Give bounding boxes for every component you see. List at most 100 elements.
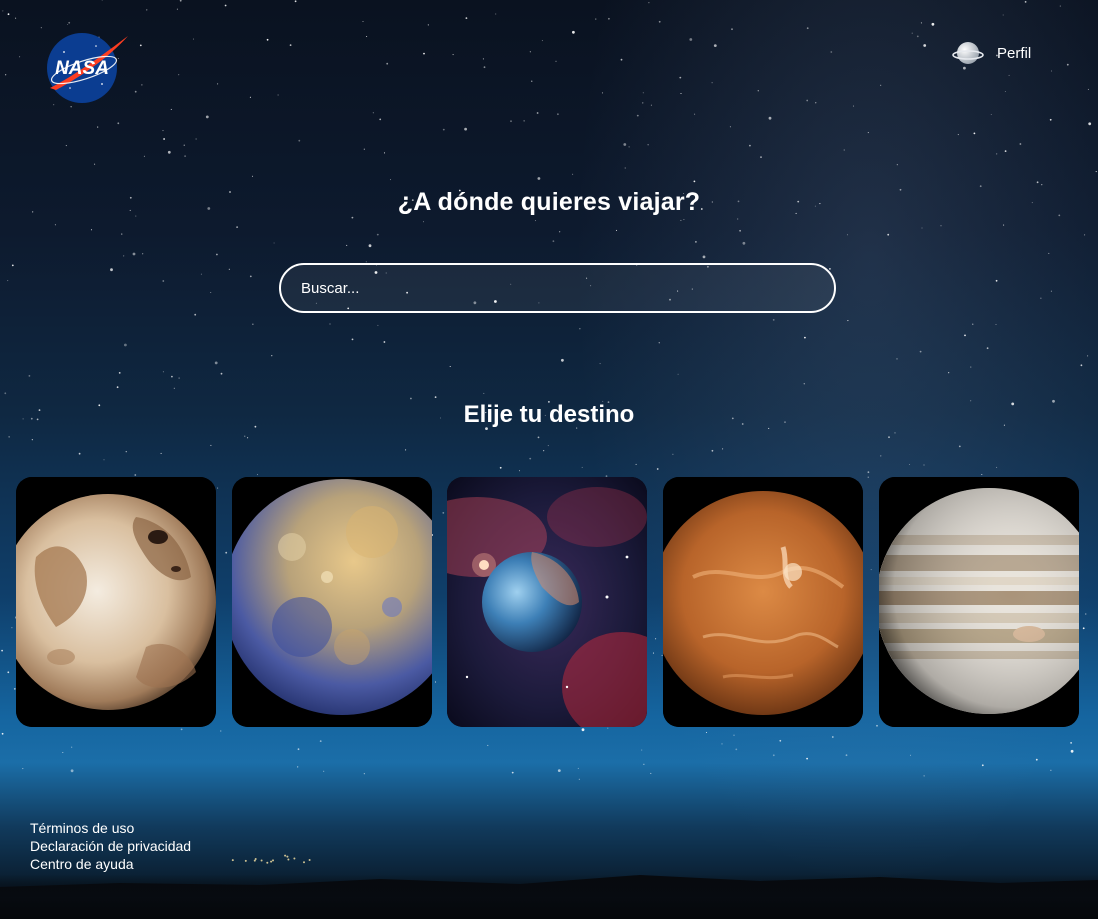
star (372, 112, 374, 114)
star (28, 375, 31, 377)
star (677, 373, 679, 375)
star (94, 163, 96, 165)
star (452, 54, 454, 56)
star (11, 264, 14, 267)
star (643, 763, 645, 765)
star (658, 20, 661, 23)
star (1082, 627, 1085, 630)
star (4, 392, 7, 395)
star (376, 233, 379, 236)
destination-card-mercury[interactable] (232, 477, 432, 727)
star (134, 90, 137, 93)
star (146, 9, 148, 11)
destination-card-jupiter[interactable] (879, 477, 1079, 727)
star (958, 445, 961, 448)
star (711, 82, 713, 84)
star (116, 386, 119, 389)
star (806, 99, 809, 102)
star (561, 358, 564, 362)
star (7, 13, 10, 16)
star (297, 766, 299, 768)
star (852, 105, 855, 107)
star (78, 452, 81, 455)
starfield-background (1, 0, 1097, 864)
star (184, 155, 187, 158)
star (366, 35, 368, 38)
search-input[interactable] (279, 263, 836, 313)
footer-link-terms[interactable]: Términos de uso (30, 819, 191, 837)
star (482, 58, 484, 60)
star (423, 52, 425, 55)
star (277, 94, 279, 96)
ground-horizon (0, 874, 1098, 919)
profile-menu[interactable]: Perfil (952, 38, 1031, 68)
star (608, 17, 610, 20)
star (511, 771, 514, 774)
star (689, 38, 693, 41)
page-title: ¿A dónde quieres viajar? (397, 188, 701, 216)
star (200, 273, 202, 275)
star (672, 453, 674, 455)
star (1084, 234, 1086, 236)
star (194, 313, 197, 316)
star (581, 466, 583, 468)
star (124, 343, 127, 347)
star (843, 149, 845, 151)
star (289, 44, 292, 46)
star (216, 253, 218, 256)
star (919, 350, 922, 353)
footer-link-help[interactable]: Centro de ayuda (30, 855, 191, 873)
star (581, 728, 585, 732)
star (1087, 355, 1089, 357)
star (256, 474, 259, 476)
star (134, 474, 137, 476)
star (995, 279, 998, 282)
star (410, 397, 412, 400)
star (572, 173, 574, 175)
star (831, 736, 834, 738)
star (721, 743, 723, 745)
footer-links: Términos de uso Declaración de privacida… (30, 819, 191, 873)
star (534, 220, 537, 222)
star (118, 372, 121, 374)
star (192, 38, 195, 40)
star (599, 363, 601, 365)
footer-link-privacy[interactable]: Declaración de privacidad (30, 837, 191, 855)
star (499, 466, 502, 469)
star (249, 275, 252, 278)
star (931, 22, 935, 26)
star (427, 24, 429, 26)
star (1087, 88, 1089, 90)
star (552, 240, 555, 243)
destination-card-exoplanet[interactable] (447, 477, 647, 727)
star (298, 139, 301, 142)
star (139, 44, 142, 47)
star (377, 324, 379, 326)
venus-planet-image (663, 477, 863, 727)
star (973, 132, 976, 135)
star (176, 8, 178, 10)
star (54, 224, 56, 226)
star (1070, 742, 1072, 744)
star (693, 180, 696, 183)
star (679, 76, 682, 79)
star (183, 144, 185, 146)
star (806, 27, 809, 30)
star (680, 92, 682, 95)
star (70, 106, 72, 108)
star (995, 323, 997, 326)
section-title: Elije tu destino (463, 401, 635, 428)
star (543, 450, 545, 452)
destination-card-pluto[interactable] (16, 477, 216, 727)
star (1003, 224, 1005, 226)
star (224, 4, 227, 7)
nasa-logo[interactable]: NASA (44, 32, 130, 104)
star (536, 112, 539, 114)
destination-card-venus[interactable] (663, 477, 863, 727)
star (981, 764, 984, 767)
star (110, 268, 113, 272)
star (163, 138, 166, 140)
star (210, 291, 212, 294)
star (981, 473, 983, 476)
star (71, 746, 73, 748)
